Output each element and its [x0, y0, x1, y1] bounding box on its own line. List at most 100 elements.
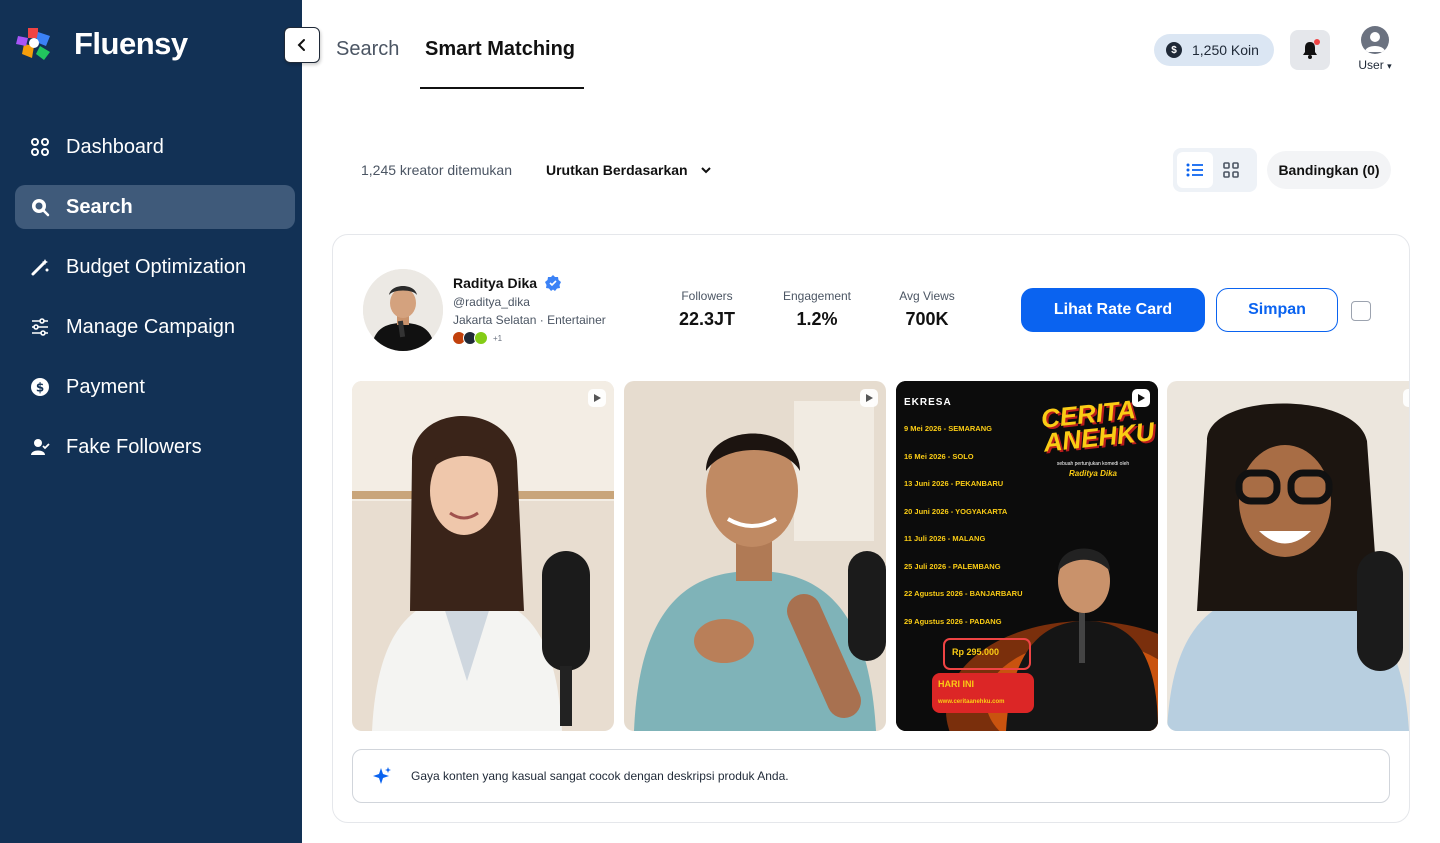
poster-date: 11 Juli 2026 - MALANG: [904, 534, 986, 543]
coin-balance-label: 1,250 Koin: [1192, 42, 1259, 58]
sidebar-item-manage-campaign[interactable]: Manage Campaign: [15, 305, 295, 349]
stat-engagement: Engagement 1.2%: [779, 289, 855, 330]
collapse-sidebar-button[interactable]: [284, 27, 320, 63]
creator-category: Entertainer: [547, 313, 606, 327]
coin-balance[interactable]: $ 1,250 Koin: [1154, 34, 1274, 66]
meta-separator: ·: [539, 313, 548, 327]
creator-avatar[interactable]: [363, 269, 443, 351]
play-icon: [1132, 389, 1150, 407]
list-view-button[interactable]: [1177, 152, 1213, 188]
grid-icon: [1223, 162, 1239, 178]
view-toggle: [1173, 148, 1257, 192]
stat-value: 22.3JT: [679, 309, 736, 329]
poster-byline: sebuah pertunjukan komedi oleh: [1056, 461, 1130, 467]
user-check-icon: [29, 436, 51, 458]
sidebar-item-dashboard[interactable]: Dashboard: [15, 125, 295, 169]
notification-dot: [1314, 39, 1320, 45]
stat-value: 700K: [905, 309, 949, 329]
notification-button[interactable]: [1290, 30, 1330, 70]
sliders-icon: [29, 316, 51, 338]
platform-more-count: +1: [493, 333, 503, 343]
poster-price: Rp 295.000: [952, 647, 1000, 657]
content-thumbnails: EKRESA CERITA ANEHKU sebuah pertunjukan …: [352, 381, 1409, 731]
sidebar-item-search[interactable]: Search: [15, 185, 295, 229]
sidebar-item-label: Budget Optimization: [66, 255, 247, 278]
poster-date: 13 Juni 2026 - PEKANBARU: [904, 479, 1004, 488]
poster-sale-label: HARI INI: [938, 679, 974, 689]
avatar: [1361, 26, 1389, 54]
dollar-icon: $: [29, 376, 51, 398]
creator-name[interactable]: Raditya Dika: [453, 275, 562, 291]
coin-icon: $: [1166, 42, 1182, 58]
sidebar-item-label: Manage Campaign: [66, 315, 235, 338]
sidebar-item-label: Fake Followers: [66, 435, 202, 458]
stat-label: Followers: [681, 289, 733, 303]
user-label: User: [1358, 58, 1384, 72]
poster-byline-name: Raditya Dika: [1068, 469, 1118, 478]
creator-handle: @raditya_dika: [453, 295, 530, 309]
verified-badge-icon: [545, 275, 562, 291]
content-thumbnail-3[interactable]: EKRESA CERITA ANEHKU sebuah pertunjukan …: [896, 381, 1158, 731]
fluensy-logo-icon: [16, 28, 50, 60]
poster-date: 20 Juni 2026 - YOGYAKARTA: [904, 506, 1008, 516]
chevron-down-icon: [700, 167, 711, 174]
user-menu[interactable]: User ▾: [1352, 26, 1398, 72]
ai-insight-text: Gaya konten yang kasual sangat cocok den…: [411, 769, 789, 783]
stat-label: Engagement: [782, 289, 852, 303]
stat-avg-views: Avg Views 700K: [895, 289, 959, 330]
sort-label: Urutkan Berdasarkan: [546, 162, 688, 178]
save-button[interactable]: Simpan: [1216, 288, 1338, 332]
creator-location: Jakarta Selatan: [453, 313, 537, 327]
magic-wand-icon: [29, 256, 51, 278]
svg-text:$: $: [36, 381, 44, 395]
play-icon: [860, 389, 878, 407]
dashboard-icon: [29, 136, 51, 158]
content-thumbnail-4[interactable]: [1167, 381, 1409, 731]
poster-date: 16 Mei 2026 - SOLO: [904, 451, 974, 461]
social-platforms: +1: [452, 331, 502, 345]
tab-smart-matching[interactable]: Smart Matching: [425, 38, 575, 61]
play-icon: [1403, 389, 1409, 407]
creator-name-text: Raditya Dika: [453, 275, 538, 291]
stat-followers: Followers 22.3JT: [679, 289, 735, 330]
list-icon: [1186, 163, 1203, 177]
search-icon: [29, 196, 51, 218]
compare-checkbox[interactable]: [1351, 301, 1371, 321]
poster-date: 25 Juli 2026 - PALEMBANG: [904, 561, 1001, 571]
tab-search[interactable]: Search: [336, 38, 399, 61]
sidebar-item-budget-optimization[interactable]: Budget Optimization: [15, 245, 295, 289]
sidebar: Fluensy Dashboard Search Budget Optimiza…: [0, 0, 302, 843]
stat-label: Avg Views: [899, 289, 955, 303]
active-tab-indicator: [420, 87, 584, 89]
poster-brand: EKRESA: [904, 397, 952, 408]
user-icon: [1365, 32, 1385, 52]
sidebar-item-label: Search: [66, 195, 133, 218]
stat-value: 1.2%: [796, 309, 838, 329]
poster-website: www.ceritaanehku.com: [938, 699, 1005, 705]
poster-date: 22 Agustus 2026 - BANJARBARU: [904, 589, 1023, 598]
sidebar-item-label: Dashboard: [66, 135, 164, 158]
sidebar-item-fake-followers[interactable]: Fake Followers: [15, 425, 295, 469]
content-thumbnail-2[interactable]: [624, 381, 886, 731]
sort-dropdown[interactable]: Urutkan Berdasarkan: [546, 162, 712, 178]
sidebar-item-label: Payment: [66, 375, 145, 398]
grid-view-button[interactable]: [1213, 152, 1249, 188]
ai-insight: Gaya konten yang kasual sangat cocok den…: [352, 749, 1390, 803]
creator-meta: Jakarta Selatan · Entertainer: [453, 313, 606, 327]
creator-card: Raditya Dika @raditya_dika Jakarta Selat…: [332, 234, 1410, 823]
sparkle-icon: [373, 767, 391, 784]
poster-date: 29 Agustus 2026 - PADANG: [904, 616, 1002, 626]
platform-avatar-3: [474, 331, 488, 345]
sidebar-nav: Dashboard Search Budget Optimization Man…: [15, 125, 295, 485]
play-icon: [588, 389, 606, 407]
chevron-down-icon: ▾: [1387, 61, 1392, 71]
result-count: 1,245 kreator ditemukan: [361, 162, 512, 178]
app-logo[interactable]: Fluensy: [14, 22, 188, 66]
app-name: Fluensy: [74, 26, 188, 61]
poster-date: 9 Mei 2026 - SEMARANG: [904, 424, 992, 433]
view-rate-card-button[interactable]: Lihat Rate Card: [1021, 288, 1205, 332]
chevron-left-icon: [297, 39, 305, 51]
compare-button[interactable]: Bandingkan (0): [1267, 151, 1391, 189]
sidebar-item-payment[interactable]: $ Payment: [15, 365, 295, 409]
content-thumbnail-1[interactable]: [352, 381, 614, 731]
